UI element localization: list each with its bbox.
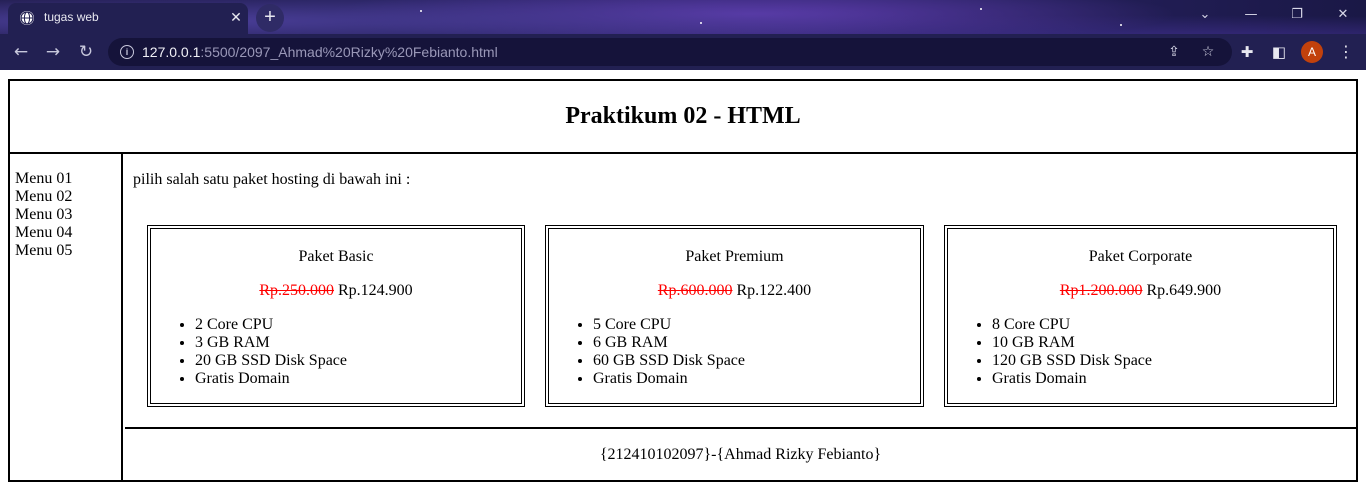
menu-item: Menu 02 (15, 188, 73, 205)
feature-item: 20 GB SSD Disk Space (195, 352, 521, 370)
bookmark-star-icon[interactable]: ☆ (1198, 42, 1218, 62)
feature-item: 6 GB RAM (593, 334, 920, 352)
intro-text: pilih salah satu paket hosting di bawah … (133, 171, 411, 188)
page-layout-table: Praktikum 02 - HTML Menu 01 Menu 02 Menu… (8, 79, 1358, 482)
package-price: Rp.600.000 Rp.122.400 (549, 282, 920, 300)
chevron-down-icon[interactable]: ⌄ (1182, 0, 1228, 30)
new-tab-button[interactable]: + (256, 4, 284, 32)
reload-icon[interactable]: ↻ (73, 39, 99, 65)
minimize-icon[interactable]: — (1228, 0, 1274, 30)
browser-chrome: tugas web ✕ + ⌄ — ❐ ✕ ← → ↻ i 127.0.0.1:… (0, 0, 1366, 70)
feature-list: 2 Core CPU 3 GB RAM 20 GB SSD Disk Space… (151, 316, 521, 388)
feature-item: 5 Core CPU (593, 316, 920, 334)
page-title: Praktikum 02 - HTML (565, 103, 801, 129)
side-panel-icon[interactable]: ◧ (1266, 39, 1292, 65)
profile-avatar[interactable]: A (1301, 41, 1323, 63)
new-price: Rp.124.900 (338, 282, 413, 299)
tab-title: tugas web (44, 10, 99, 24)
tab-strip: tugas web ✕ + ⌄ — ❐ ✕ (0, 0, 1366, 34)
share-icon[interactable]: ⇪ (1164, 42, 1184, 62)
url-text[interactable]: 127.0.0.1:5500/2097_Ahmad%20Rizky%20Febi… (142, 44, 498, 60)
package-card-inner: Paket Premium Rp.600.000 Rp.122.400 5 Co… (548, 228, 921, 404)
package-card-inner: Paket Corporate Rp1.200.000 Rp.649.900 8… (947, 228, 1334, 404)
info-icon[interactable]: i (120, 45, 134, 59)
package-card-corporate: Paket Corporate Rp1.200.000 Rp.649.900 8… (944, 225, 1337, 407)
address-bar[interactable]: i 127.0.0.1:5500/2097_Ahmad%20Rizky%20Fe… (108, 38, 1232, 66)
feature-list: 5 Core CPU 6 GB RAM 60 GB SSD Disk Space… (549, 316, 920, 388)
page-footer: {212410102097}-{Ahmad Rizky Febianto} (599, 446, 882, 463)
feature-item: 120 GB SSD Disk Space (992, 352, 1333, 370)
old-price: Rp1.200.000 (1059, 282, 1143, 299)
package-name: Paket Premium (685, 248, 784, 265)
package-name: Paket Corporate (1088, 248, 1193, 265)
old-price: Rp.600.000 (657, 282, 733, 299)
url-host: 127.0.0.1 (142, 44, 201, 60)
browser-toolbar: ← → ↻ i 127.0.0.1:5500/2097_Ahmad%20Rizk… (0, 34, 1366, 70)
package-card-basic: Paket Basic Rp.250.000 Rp.124.900 2 Core… (147, 225, 525, 407)
extensions-icon[interactable]: ✚ (1234, 39, 1260, 65)
new-price: Rp.649.900 (1146, 282, 1222, 299)
sidebar-menu: Menu 01 Menu 02 Menu 03 Menu 04 Menu 05 (10, 154, 123, 480)
url-path: :5500/2097_Ahmad%20Rizky%20Febianto.html (200, 44, 498, 60)
package-card-inner: Paket Basic Rp.250.000 Rp.124.900 2 Core… (150, 228, 522, 404)
old-price: Rp.250.000 (259, 282, 334, 299)
globe-icon (20, 11, 34, 25)
feature-list: 8 Core CPU 10 GB RAM 120 GB SSD Disk Spa… (948, 316, 1333, 388)
forward-icon[interactable]: → (40, 39, 66, 65)
feature-item: Gratis Domain (593, 370, 920, 388)
back-icon[interactable]: ← (8, 39, 34, 65)
package-price: Rp.250.000 Rp.124.900 (151, 282, 521, 300)
feature-item: 10 GB RAM (992, 334, 1333, 352)
feature-item: 8 Core CPU (992, 316, 1333, 334)
menu-item: Menu 03 (15, 206, 73, 223)
feature-item: Gratis Domain (195, 370, 521, 388)
package-name: Paket Basic (298, 248, 374, 265)
package-card-premium: Paket Premium Rp.600.000 Rp.122.400 5 Co… (545, 225, 924, 407)
menu-item: Menu 01 (15, 170, 73, 187)
browser-tab[interactable]: tugas web ✕ (8, 3, 248, 34)
new-price: Rp.122.400 (736, 282, 812, 299)
feature-item: 3 GB RAM (195, 334, 521, 352)
main-content: pilih salah satu paket hosting di bawah … (125, 154, 1356, 429)
feature-item: 60 GB SSD Disk Space (593, 352, 920, 370)
page-header: Praktikum 02 - HTML (10, 81, 1356, 154)
close-tab-icon[interactable]: ✕ (226, 8, 246, 28)
restore-icon[interactable]: ❐ (1274, 0, 1320, 30)
close-window-icon[interactable]: ✕ (1320, 0, 1366, 30)
feature-item: Gratis Domain (992, 370, 1333, 388)
package-price: Rp1.200.000 Rp.649.900 (948, 282, 1333, 300)
menu-item: Menu 04 (15, 224, 73, 241)
menu-item: Menu 05 (15, 242, 73, 259)
menu-dots-icon[interactable]: ⋮ (1336, 39, 1356, 65)
feature-item: 2 Core CPU (195, 316, 521, 334)
